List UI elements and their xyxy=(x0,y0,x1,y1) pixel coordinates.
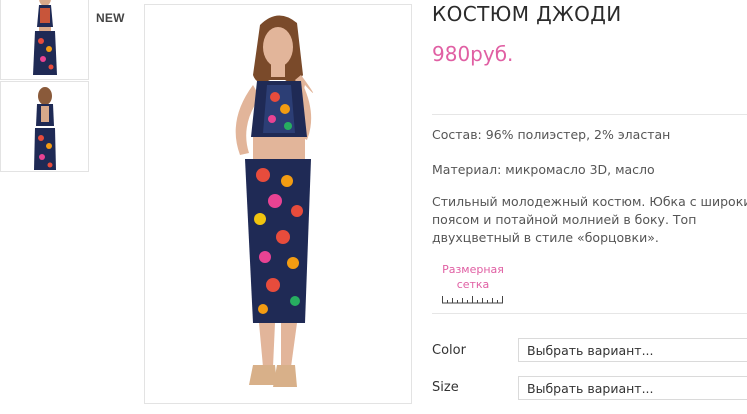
size-select[interactable]: Выбрать вариант... xyxy=(518,376,747,400)
size-chart-link[interactable]: Размерная сетка xyxy=(438,262,508,292)
product-description: Стильный молодежный костюм. Юбка с широк… xyxy=(432,193,747,247)
divider xyxy=(432,114,747,115)
product-title: КОСТЮМ ДЖОДИ xyxy=(432,2,622,26)
color-select[interactable]: Выбрать вариант... xyxy=(518,338,747,362)
thumbnail-front[interactable] xyxy=(0,0,89,80)
description-line: двухцветный в стиле «борцовки». xyxy=(432,230,659,245)
color-option-label: Color xyxy=(432,343,466,358)
size-chart-label: Размерная xyxy=(442,263,504,276)
product-price: 980руб. xyxy=(432,42,514,66)
product-main-image[interactable] xyxy=(144,4,412,404)
size-chart-label: сетка xyxy=(456,278,490,291)
divider xyxy=(432,313,747,314)
product-composition: Состав: 96% полиэстер, 2% эластан xyxy=(432,127,671,142)
product-material: Материал: микромасло 3D, масло xyxy=(432,162,655,177)
description-line: Стильный молодежный костюм. Юбка с широк… xyxy=(432,194,747,209)
size-option-label: Size xyxy=(432,380,459,395)
description-line: поясом и потайной молнией в боку. Топ xyxy=(432,212,697,227)
ruler-icon[interactable] xyxy=(442,294,504,304)
thumbnail-back[interactable] xyxy=(0,81,89,172)
new-badge: NEW xyxy=(96,11,125,25)
